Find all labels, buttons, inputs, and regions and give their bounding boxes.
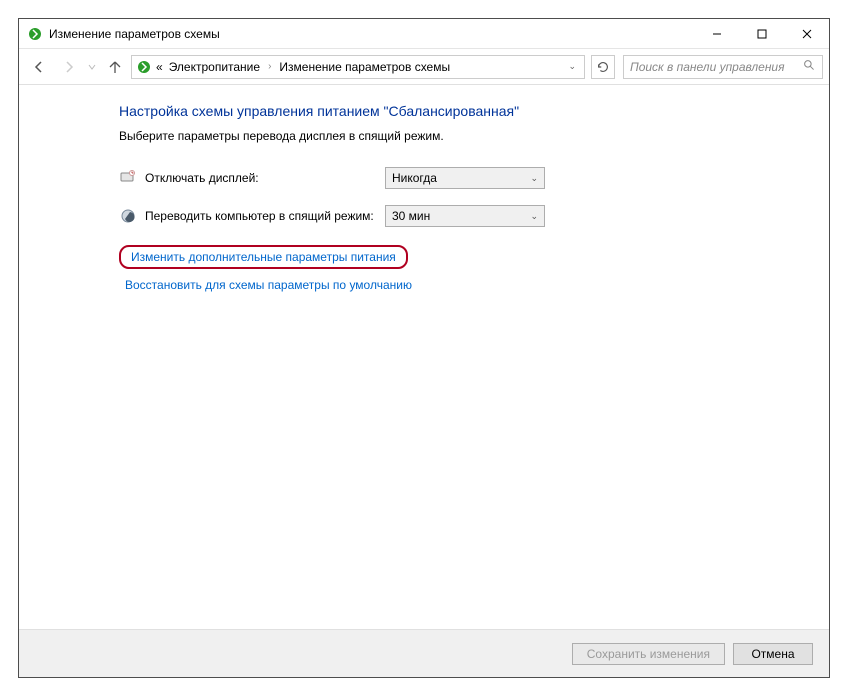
app-icon — [27, 26, 43, 42]
setting-display-off: Отключать дисплей: Никогда ⌄ — [119, 167, 819, 189]
setting-label-display: Отключать дисплей: — [145, 171, 385, 185]
maximize-button[interactable] — [739, 19, 784, 48]
content-area: Настройка схемы управления питанием "Сба… — [19, 85, 829, 629]
search-input[interactable]: Поиск в панели управления — [623, 55, 823, 79]
dropdown-value: 30 мин — [392, 209, 430, 223]
navigation-bar: « Электропитание › Изменение параметров … — [19, 49, 829, 85]
chevron-right-icon: › — [264, 61, 275, 72]
search-placeholder: Поиск в панели управления — [630, 60, 785, 74]
chevron-down-icon: ⌄ — [530, 211, 538, 222]
page-heading: Настройка схемы управления питанием "Сба… — [119, 103, 819, 119]
forward-button[interactable] — [55, 53, 83, 81]
breadcrumb-level1[interactable]: Электропитание — [167, 60, 262, 74]
display-icon — [119, 169, 137, 187]
breadcrumb-dropdown-icon[interactable]: ⌄ — [564, 61, 580, 72]
back-button[interactable] — [25, 53, 53, 81]
link-restore-defaults[interactable]: Восстановить для схемы параметры по умол… — [119, 275, 418, 295]
up-button[interactable] — [101, 53, 129, 81]
close-button[interactable] — [784, 19, 829, 48]
minimize-button[interactable] — [694, 19, 739, 48]
page-subtext: Выберите параметры перевода дисплея в сп… — [119, 129, 819, 143]
breadcrumb-chevrons: « — [154, 60, 165, 74]
dropdown-value: Никогда — [392, 171, 437, 185]
power-icon — [136, 59, 152, 75]
refresh-button[interactable] — [591, 55, 615, 79]
sleep-icon — [119, 207, 137, 225]
setting-sleep: Переводить компьютер в спящий режим: 30 … — [119, 205, 819, 227]
link-advanced-power[interactable]: Изменить дополнительные параметры питани… — [119, 245, 408, 269]
dropdown-sleep[interactable]: 30 мин ⌄ — [385, 205, 545, 227]
window-frame: Изменение параметров схемы — [18, 18, 830, 678]
chevron-down-icon: ⌄ — [530, 173, 538, 184]
breadcrumb-level2[interactable]: Изменение параметров схемы — [277, 60, 452, 74]
titlebar: Изменение параметров схемы — [19, 19, 829, 49]
dropdown-display-off[interactable]: Никогда ⌄ — [385, 167, 545, 189]
action-bar: Сохранить изменения Отмена — [19, 629, 829, 677]
search-icon — [803, 59, 816, 75]
recent-dropdown[interactable] — [85, 53, 99, 81]
breadcrumb[interactable]: « Электропитание › Изменение параметров … — [131, 55, 585, 79]
save-button[interactable]: Сохранить изменения — [572, 643, 725, 665]
setting-label-sleep: Переводить компьютер в спящий режим: — [145, 209, 385, 223]
cancel-button[interactable]: Отмена — [733, 643, 813, 665]
window-title: Изменение параметров схемы — [49, 27, 694, 41]
